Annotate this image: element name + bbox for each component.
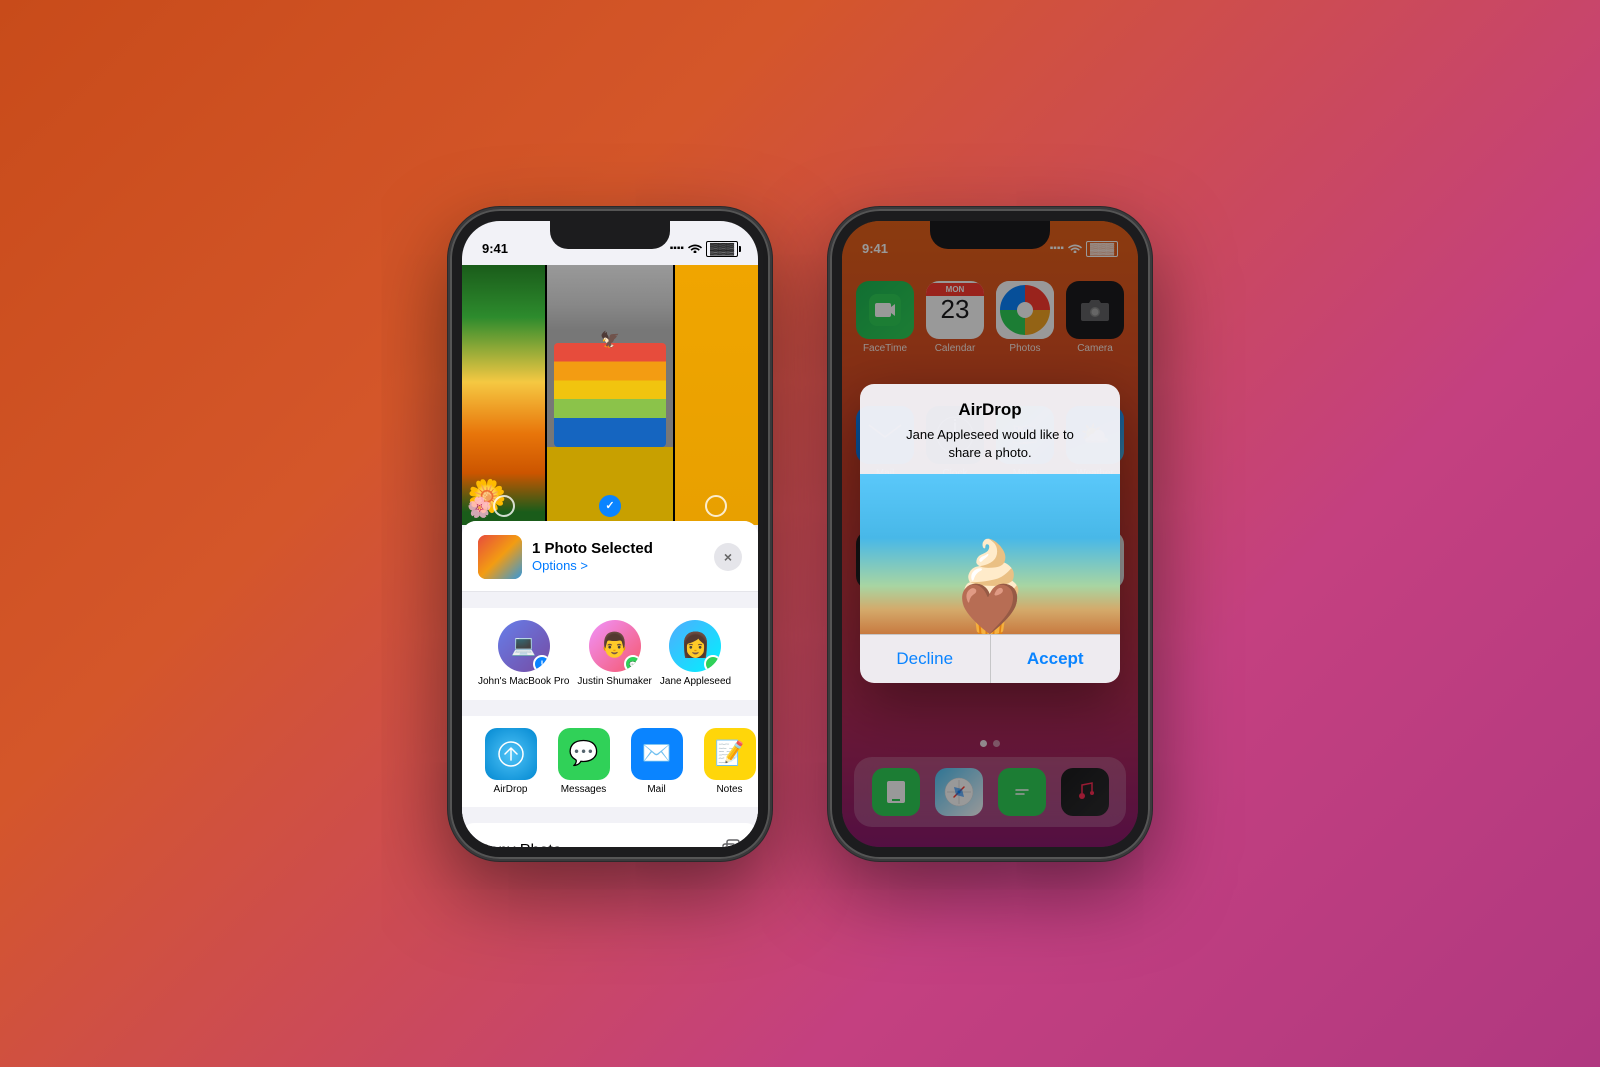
- app-name-airdrop: AirDrop: [494, 784, 528, 795]
- notes-icon: 📝: [715, 739, 745, 768]
- person-emoji-justin: 👨: [600, 631, 630, 660]
- person-avatar-john: 💻: [498, 620, 550, 672]
- app-item-airdrop[interactable]: AirDrop: [478, 728, 543, 795]
- app-item-messages[interactable]: 💬 Messages: [551, 728, 616, 795]
- airdrop-accept-button[interactable]: Accept: [991, 635, 1121, 683]
- app-name-mail: Mail: [647, 784, 665, 795]
- action-copy-photo[interactable]: Copy Photo: [462, 823, 758, 847]
- apps-row: AirDrop 💬 Messages ✉️ Mail 📝: [462, 716, 758, 807]
- app-item-mail[interactable]: ✉️ Mail: [624, 728, 689, 795]
- airdrop-overlay: AirDrop Jane Appleseed would like to sha…: [842, 221, 1138, 847]
- status-icons-1: ▪▪▪▪ ▓▓▓: [670, 241, 738, 257]
- notch-1: [550, 221, 670, 249]
- person-item-justin[interactable]: 👨 💬 Justin Shumaker: [577, 620, 651, 688]
- share-thumbnail: [478, 535, 522, 579]
- app-item-notes[interactable]: 📝 Notes: [697, 728, 758, 795]
- people-row: 💻 John's MacBook Pro 👨 💬: [462, 608, 758, 700]
- select-circle-2[interactable]: [599, 495, 621, 517]
- time-1: 9:41: [482, 241, 508, 256]
- share-options-link[interactable]: Options >: [532, 558, 704, 573]
- airdrop-photo: 🍦 🤎: [860, 474, 1120, 634]
- person-avatar-justin: 👨 💬: [589, 620, 641, 672]
- share-title: 1 Photo Selected: [532, 540, 704, 557]
- app-icon-notes: 📝: [704, 728, 756, 780]
- person-badge-john: [533, 655, 550, 672]
- phone-1: 9:41 ▪▪▪▪ ▓▓▓ 🌼 🌸: [450, 209, 770, 859]
- airdrop-dialog: AirDrop Jane Appleseed would like to sha…: [860, 384, 1120, 683]
- app-icon-airdrop: [485, 728, 537, 780]
- select-circle-3[interactable]: [705, 495, 727, 517]
- action-rows: Copy Photo Add to Shared Album: [462, 823, 758, 847]
- macbook-icon: 💻: [511, 633, 536, 658]
- copy-photo-icon: [720, 837, 742, 847]
- svg-text:💬: 💬: [629, 660, 637, 668]
- copy-photo-label: Copy Photo: [478, 842, 562, 847]
- person-avatar-jane: 👩: [669, 620, 721, 672]
- photo-thumb-1[interactable]: 🌼 🌸: [462, 265, 545, 525]
- phone-2: 9:41 ▪▪▪▪ ▓▓▓ FaceTime MON: [830, 209, 1150, 859]
- share-close-button[interactable]: ×: [714, 543, 742, 571]
- app-name-notes: Notes: [716, 784, 742, 795]
- person-badge-justin: 💬: [624, 655, 641, 672]
- mail-icon: ✉️: [642, 739, 672, 768]
- airdrop-dialog-body: Jane Appleseed would like to share a pho…: [876, 426, 1104, 474]
- person-name-john: John's MacBook Pro: [478, 676, 569, 688]
- app-name-messages: Messages: [561, 784, 607, 795]
- airdrop-decline-button[interactable]: Decline: [860, 635, 991, 683]
- select-circle-1[interactable]: [493, 495, 515, 517]
- wifi-icon: [688, 242, 702, 256]
- airdrop-buttons: Decline Accept: [860, 634, 1120, 683]
- share-header: 1 Photo Selected Options > ×: [462, 521, 758, 592]
- photo-thumb-3[interactable]: [675, 265, 758, 525]
- signal-icon: ▪▪▪▪: [670, 243, 684, 254]
- photo-grid: 🌼 🌸 🦅: [462, 265, 758, 525]
- airdrop-dialog-title: AirDrop: [876, 400, 1104, 420]
- messages-icon: 💬: [569, 739, 599, 768]
- person-item-john[interactable]: 💻 John's MacBook Pro: [478, 620, 569, 688]
- person-emoji-jane: 👩: [681, 631, 711, 660]
- person-item-jane[interactable]: 👩 Jane Appleseed: [660, 620, 731, 688]
- hand-emoji: 🤎: [959, 580, 1021, 634]
- share-header-text: 1 Photo Selected Options >: [532, 540, 704, 573]
- photo-thumb-2[interactable]: 🦅: [547, 265, 672, 525]
- person-name-jane: Jane Appleseed: [660, 676, 731, 688]
- app-icon-mail: ✉️: [631, 728, 683, 780]
- app-icon-messages: 💬: [558, 728, 610, 780]
- person-name-justin: Justin Shumaker: [577, 676, 651, 688]
- battery-icon: ▓▓▓: [706, 241, 738, 257]
- airdrop-dialog-header: AirDrop Jane Appleseed would like to sha…: [860, 384, 1120, 474]
- person-badge-jane: [704, 655, 721, 672]
- share-sheet: 1 Photo Selected Options > × 💻 J: [462, 521, 758, 847]
